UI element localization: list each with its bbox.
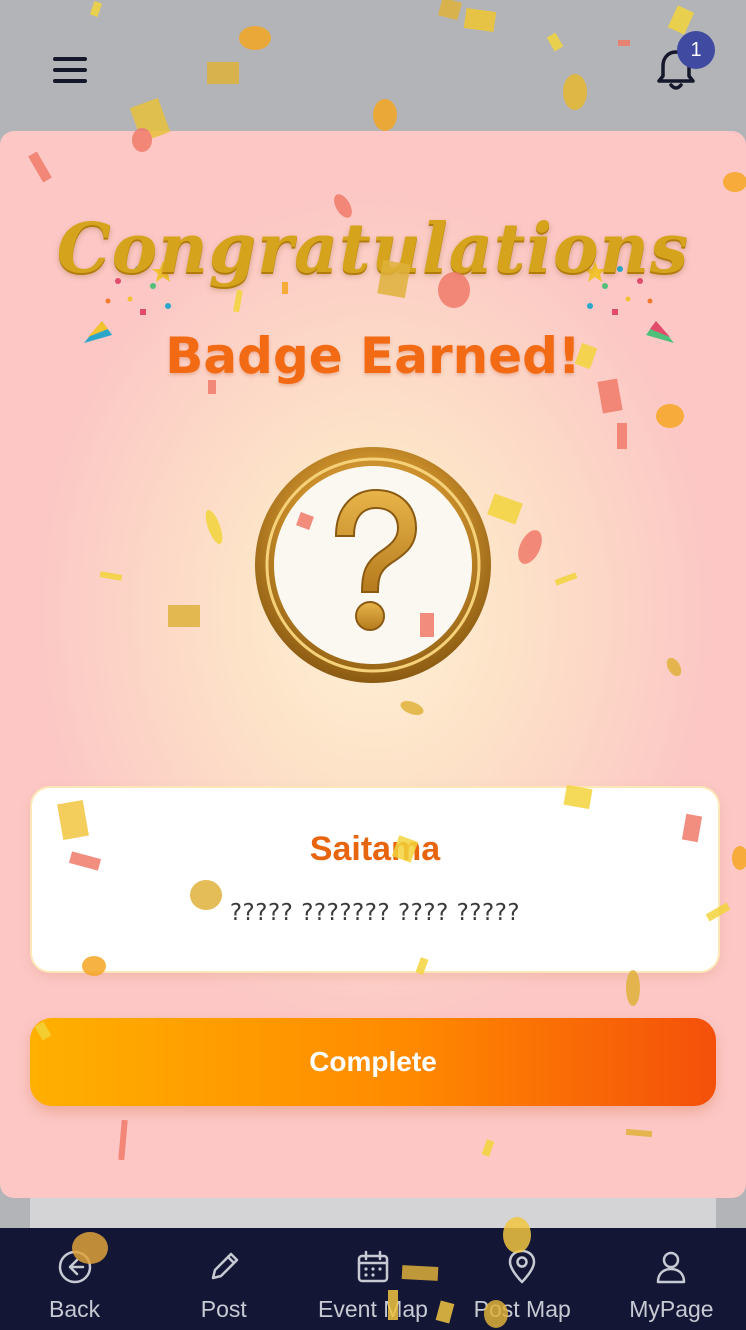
nav-label-post: Post: [200, 1296, 247, 1322]
notification-count-badge: 1: [677, 31, 715, 69]
nav-item-mypage[interactable]: MyPage: [597, 1228, 746, 1330]
calendar-icon: [357, 1250, 389, 1283]
bottom-nav: Back Post Event Map Post Map MyPage: [0, 1228, 746, 1330]
badge-earned-modal: Congratulations Badge Earned! Saitama ??…: [0, 131, 746, 1198]
pencil-icon: [211, 1252, 239, 1280]
top-bar: 1: [0, 0, 746, 130]
badge-description: ????? ??????? ???? ?????: [229, 900, 521, 926]
hamburger-menu-icon[interactable]: [50, 50, 90, 90]
badge-info-card: Saitama ????? ??????? ???? ?????: [30, 786, 720, 973]
congratulations-heading: Congratulations: [56, 209, 690, 289]
nav-label-post-map: Post Map: [473, 1296, 571, 1322]
nav-item-event-map[interactable]: Event Map: [298, 1228, 447, 1330]
nav-item-post-map[interactable]: Post Map: [448, 1228, 597, 1330]
nav-item-back[interactable]: Back: [0, 1228, 149, 1330]
question-mark-badge-icon: [255, 447, 491, 683]
map-pin-icon: [508, 1249, 536, 1284]
nav-label-mypage: MyPage: [629, 1296, 714, 1322]
nav-label-back: Back: [49, 1296, 101, 1322]
user-icon: [657, 1251, 686, 1284]
nav-label-event-map: Event Map: [318, 1296, 428, 1322]
nav-item-post[interactable]: Post: [149, 1228, 298, 1330]
back-arrow-icon: [58, 1250, 91, 1284]
badge-earned-title: Badge Earned!: [165, 327, 581, 385]
badge-holder-name: Saitama: [309, 830, 441, 868]
complete-button[interactable]: Complete: [30, 1018, 716, 1106]
